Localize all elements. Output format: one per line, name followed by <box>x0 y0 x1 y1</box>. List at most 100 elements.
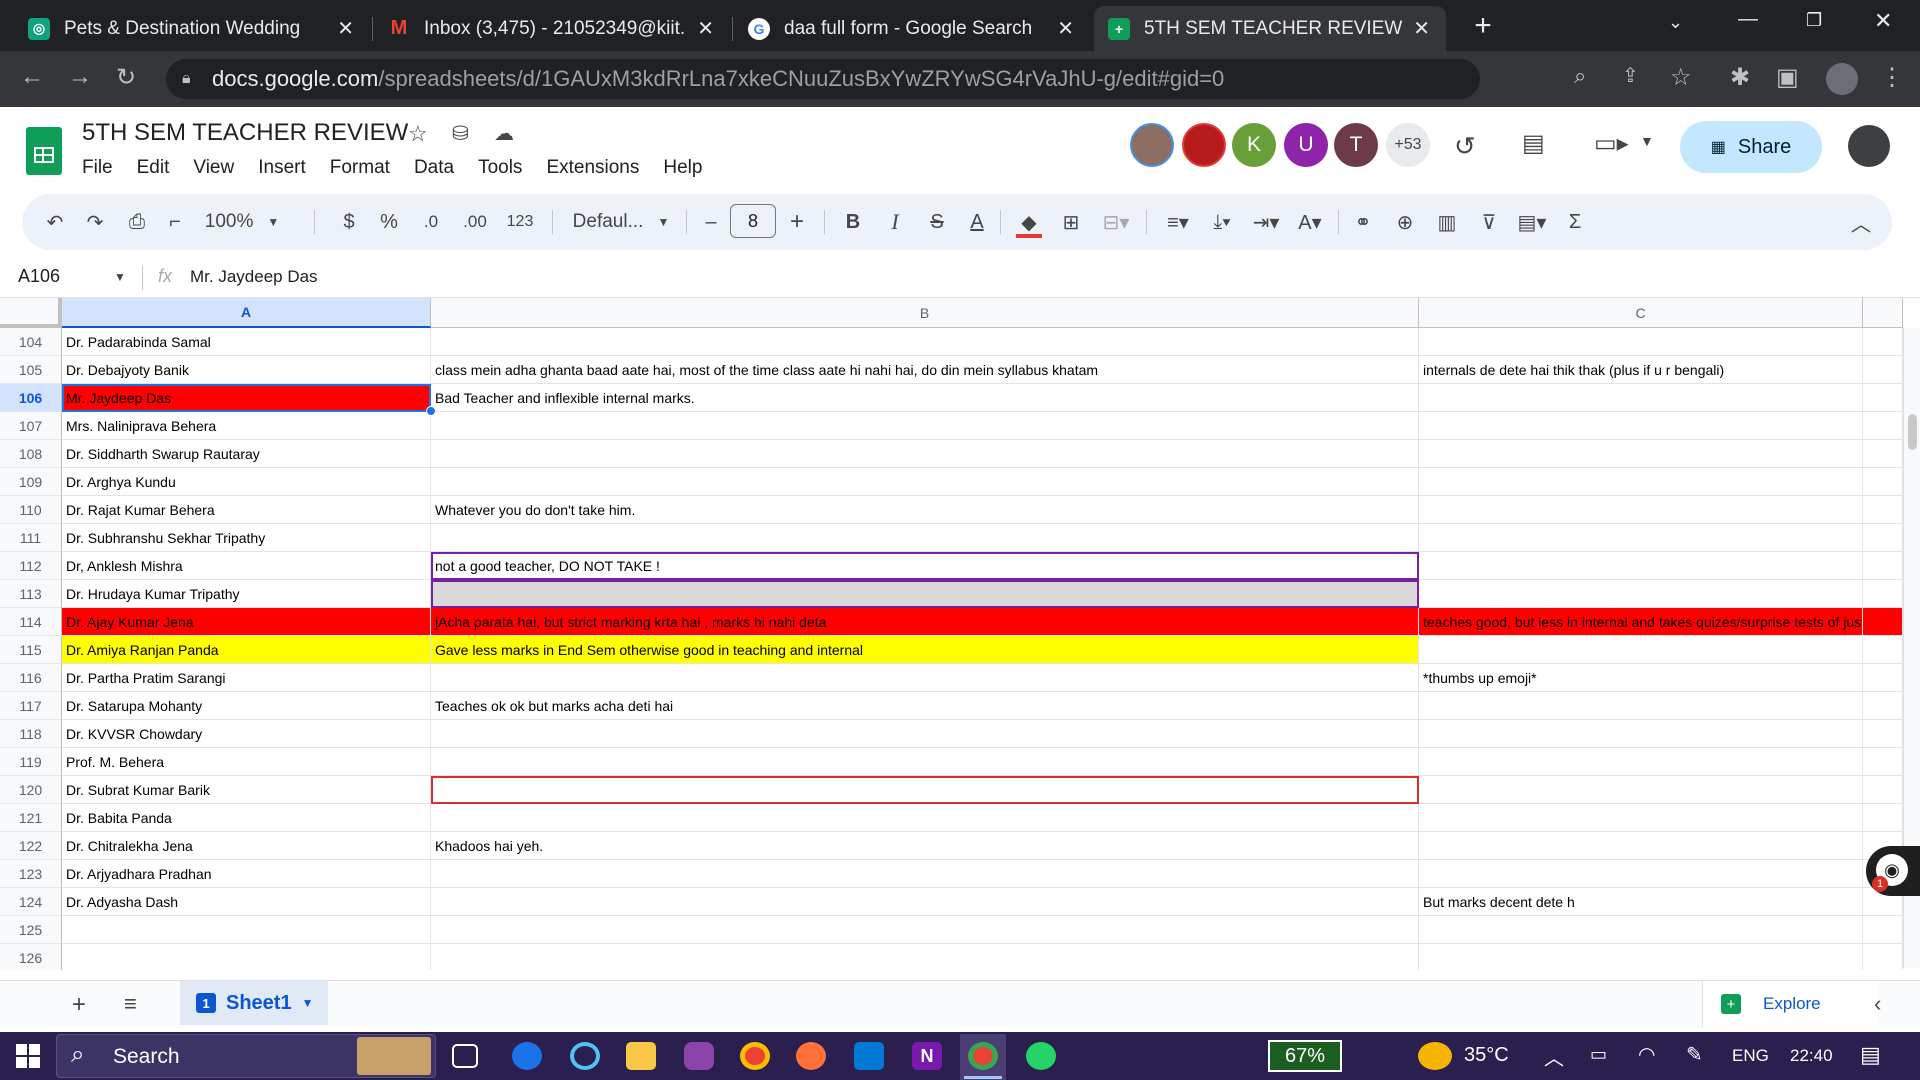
cell-d116[interactable] <box>1863 664 1903 692</box>
sheets-logo-icon[interactable] <box>26 127 62 175</box>
minimize-icon[interactable]: — <box>1738 8 1758 31</box>
sheet-tab-sheet1[interactable]: 1 Sheet1 ▼ <box>180 981 328 1025</box>
text-rotation-icon[interactable]: A▾ <box>1290 194 1330 250</box>
cell-a118[interactable]: Dr. KVVSR Chowdary <box>62 720 431 748</box>
extensions-icon[interactable]: ✱ <box>1730 63 1750 92</box>
notifications-icon[interactable]: ▤ <box>1860 1042 1881 1068</box>
cell-d105[interactable] <box>1863 356 1903 384</box>
cell-c120[interactable] <box>1419 776 1863 804</box>
decrease-decimal-button[interactable]: .0 <box>414 194 448 250</box>
row-header[interactable]: 117 <box>0 692 62 720</box>
cell-d108[interactable] <box>1863 440 1903 468</box>
close-window-icon[interactable]: ✕ <box>1874 8 1892 34</box>
redo-icon[interactable]: ↷ <box>80 194 110 250</box>
row-header[interactable]: 111 <box>0 524 62 552</box>
browser-tab-chatgpt[interactable]: ◎ Pets & Destination Wedding ✕ <box>14 6 370 51</box>
name-box[interactable]: A106 <box>18 266 60 287</box>
cell-d113[interactable] <box>1863 580 1903 608</box>
menu-data[interactable]: Data <box>414 157 454 179</box>
chrome-icon[interactable] <box>968 1042 998 1070</box>
collaborator-avatar[interactable]: U <box>1284 123 1328 167</box>
text-color-icon[interactable]: A <box>960 194 994 250</box>
cell-a123[interactable]: Dr. Arjyadhara Pradhan <box>62 860 431 888</box>
strikethrough-icon[interactable]: S <box>922 194 952 250</box>
cell-a104[interactable]: Dr. Padarabinda Samal <box>62 328 431 356</box>
row-header[interactable]: 125 <box>0 916 62 944</box>
row-header[interactable]: 122 <box>0 832 62 860</box>
language-indicator[interactable]: ENG <box>1732 1046 1769 1066</box>
close-tab-icon[interactable]: ✕ <box>1413 16 1430 41</box>
cell-d112[interactable] <box>1863 552 1903 580</box>
task-view-icon[interactable] <box>452 1044 478 1068</box>
cell-a117[interactable]: Dr. Satarupa Mohanty <box>62 692 431 720</box>
browser-menu-icon[interactable]: ⋮ <box>1880 63 1904 92</box>
cell-c110[interactable] <box>1419 496 1863 524</box>
row-header[interactable]: 112 <box>0 552 62 580</box>
cell-a106[interactable]: Mr. Jaydeep Das <box>62 384 431 412</box>
undo-icon[interactable]: ↶ <box>40 194 70 250</box>
cell-b110[interactable]: Whatever you do don't take him. <box>431 496 1419 524</box>
weather-icon[interactable] <box>1418 1042 1452 1070</box>
menu-edit[interactable]: Edit <box>137 157 170 179</box>
fill-color-icon[interactable]: ◆ <box>1012 194 1046 250</box>
tab-search-icon[interactable]: ⌄ <box>1668 12 1683 33</box>
cell-a121[interactable]: Dr. Babita Panda <box>62 804 431 832</box>
cell-c111[interactable] <box>1419 524 1863 552</box>
horizontal-align-icon[interactable]: ≡▾ <box>1158 194 1198 250</box>
cortana-icon[interactable] <box>570 1042 600 1070</box>
cell-b111[interactable] <box>431 524 1419 552</box>
menu-file[interactable]: File <box>82 157 113 179</box>
collapse-toolbar-icon[interactable]: ︿ <box>1846 194 1876 250</box>
decrease-font-size-button[interactable]: – <box>696 194 726 250</box>
side-panel-icon[interactable]: ▣ <box>1776 63 1799 92</box>
cell-c109[interactable] <box>1419 468 1863 496</box>
row-header[interactable]: 110 <box>0 496 62 524</box>
bookmark-star-icon[interactable]: ☆ <box>1670 63 1692 92</box>
clock[interactable]: 22:40 <box>1790 1046 1833 1066</box>
collaborator-avatar[interactable] <box>1182 123 1226 167</box>
row-header[interactable]: 109 <box>0 468 62 496</box>
cell-b117[interactable]: Teaches ok ok but marks acha deti hai <box>431 692 1419 720</box>
cell-c122[interactable] <box>1419 832 1863 860</box>
battery-indicator[interactable]: 67% <box>1268 1040 1342 1072</box>
chevron-down-icon[interactable]: ▼ <box>114 270 126 284</box>
wifi-icon[interactable]: ◠ <box>1638 1042 1655 1067</box>
cell-d118[interactable] <box>1863 720 1903 748</box>
cell-a125[interactable] <box>62 916 431 944</box>
cell-d125[interactable] <box>1863 916 1903 944</box>
cell-c126[interactable] <box>1419 944 1863 970</box>
row-header[interactable]: 107 <box>0 412 62 440</box>
cell-a119[interactable]: Prof. M. Behera <box>62 748 431 776</box>
menu-extensions[interactable]: Extensions <box>546 157 639 179</box>
cell-b104[interactable] <box>431 328 1419 356</box>
browser-tab-gmail[interactable]: M Inbox (3,475) - 21052349@kiit.ac.in ✕ <box>374 6 730 51</box>
cell-c123[interactable] <box>1419 860 1863 888</box>
edge-icon[interactable] <box>512 1042 542 1070</box>
cell-b123[interactable] <box>431 860 1419 888</box>
cell-d104[interactable] <box>1863 328 1903 356</box>
menu-view[interactable]: View <box>193 157 234 179</box>
close-tab-icon[interactable]: ✕ <box>337 16 354 41</box>
cell-b125[interactable] <box>431 916 1419 944</box>
cell-c106[interactable] <box>1419 384 1863 412</box>
cell-c115[interactable] <box>1419 636 1863 664</box>
increase-font-size-button[interactable]: + <box>782 194 812 250</box>
cell-d126[interactable] <box>1863 944 1903 970</box>
cell-a115[interactable]: Dr. Amiya Ranjan Panda <box>62 636 431 664</box>
cell-d106[interactable] <box>1863 384 1903 412</box>
all-sheets-icon[interactable]: ≡ <box>124 991 137 1017</box>
cell-a124[interactable]: Dr. Adyasha Dash <box>62 888 431 916</box>
pen-icon[interactable]: ✎ <box>1686 1042 1703 1067</box>
collaborator-avatar[interactable]: T <box>1334 123 1378 167</box>
merge-cells-icon[interactable]: ⊟▾ <box>1096 194 1136 250</box>
menu-format[interactable]: Format <box>330 157 390 179</box>
row-header[interactable]: 108 <box>0 440 62 468</box>
row-header[interactable]: 116 <box>0 664 62 692</box>
cell-c116[interactable]: *thumbs up emoji* <box>1419 664 1863 692</box>
cell-d115[interactable] <box>1863 636 1903 664</box>
chrome-icon[interactable] <box>740 1042 770 1070</box>
version-history-icon[interactable]: ↺ <box>1454 131 1476 162</box>
cell-a108[interactable]: Dr. Siddharth Swarup Rautaray <box>62 440 431 468</box>
menu-tools[interactable]: Tools <box>478 157 522 179</box>
cell-b116[interactable] <box>431 664 1419 692</box>
